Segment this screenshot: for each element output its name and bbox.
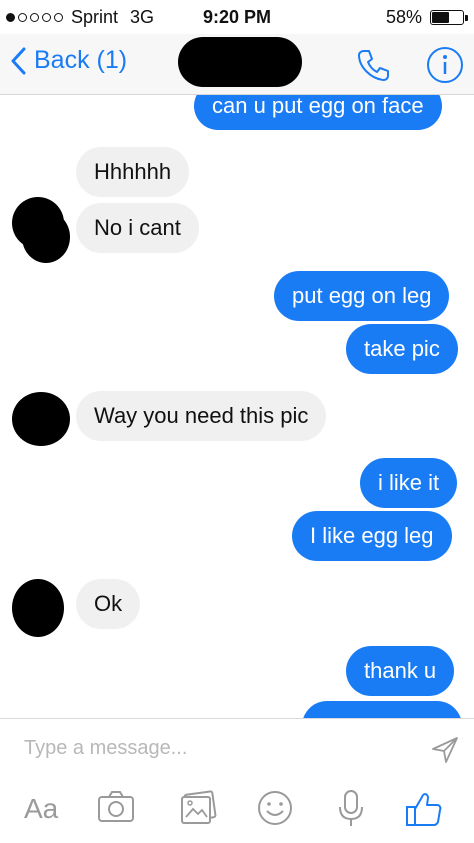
send-icon[interactable] — [430, 735, 460, 765]
status-right: 58% — [385, 7, 468, 28]
info-icon[interactable] — [426, 46, 464, 84]
phone-icon[interactable] — [354, 46, 392, 84]
message-thread[interactable]: can u put egg on face Hhhhhh No i cant p… — [0, 95, 474, 718]
avatar[interactable] — [12, 392, 70, 446]
text-format-button[interactable]: Aa — [24, 793, 58, 825]
camera-icon[interactable] — [96, 789, 136, 825]
emoji-icon[interactable] — [256, 789, 294, 827]
chevron-left-icon — [11, 47, 26, 74]
avatar-shadow — [22, 211, 70, 263]
like-icon[interactable] — [404, 789, 444, 829]
outgoing-message[interactable]: i like it — [360, 458, 458, 508]
incoming-message[interactable]: Hhhhhh — [76, 147, 190, 197]
photo-icon[interactable] — [178, 789, 218, 825]
back-button[interactable]: Back (1) — [10, 46, 127, 75]
outgoing-message[interactable]: I like egg leg — [292, 511, 452, 561]
outgoing-message-partial[interactable] — [302, 701, 462, 718]
composer-toolbar: Aa — [0, 789, 474, 833]
incoming-message[interactable]: Way you need this pic — [76, 391, 327, 441]
avatar[interactable] — [12, 579, 64, 637]
outgoing-message[interactable]: can u put egg on face — [194, 95, 442, 130]
incoming-message[interactable]: Ok — [76, 579, 141, 629]
battery-percent: 58% — [385, 7, 422, 27]
outgoing-message[interactable]: thank u — [346, 646, 455, 696]
battery-icon — [430, 10, 468, 25]
message-composer: Type a message... Aa — [0, 718, 474, 843]
incoming-message[interactable]: No i cant — [76, 203, 199, 253]
outgoing-message[interactable]: put egg on leg — [274, 271, 450, 321]
redacted-contact-name — [178, 37, 302, 87]
status-bar: Sprint 3G 9:20 PM 58% — [0, 0, 474, 34]
message-input[interactable]: Type a message... — [24, 737, 404, 767]
outgoing-message[interactable]: take pic — [346, 324, 458, 374]
back-label: Back (1) — [34, 46, 128, 74]
microphone-icon[interactable] — [336, 789, 366, 829]
nav-bar: Back (1) — [0, 34, 474, 95]
